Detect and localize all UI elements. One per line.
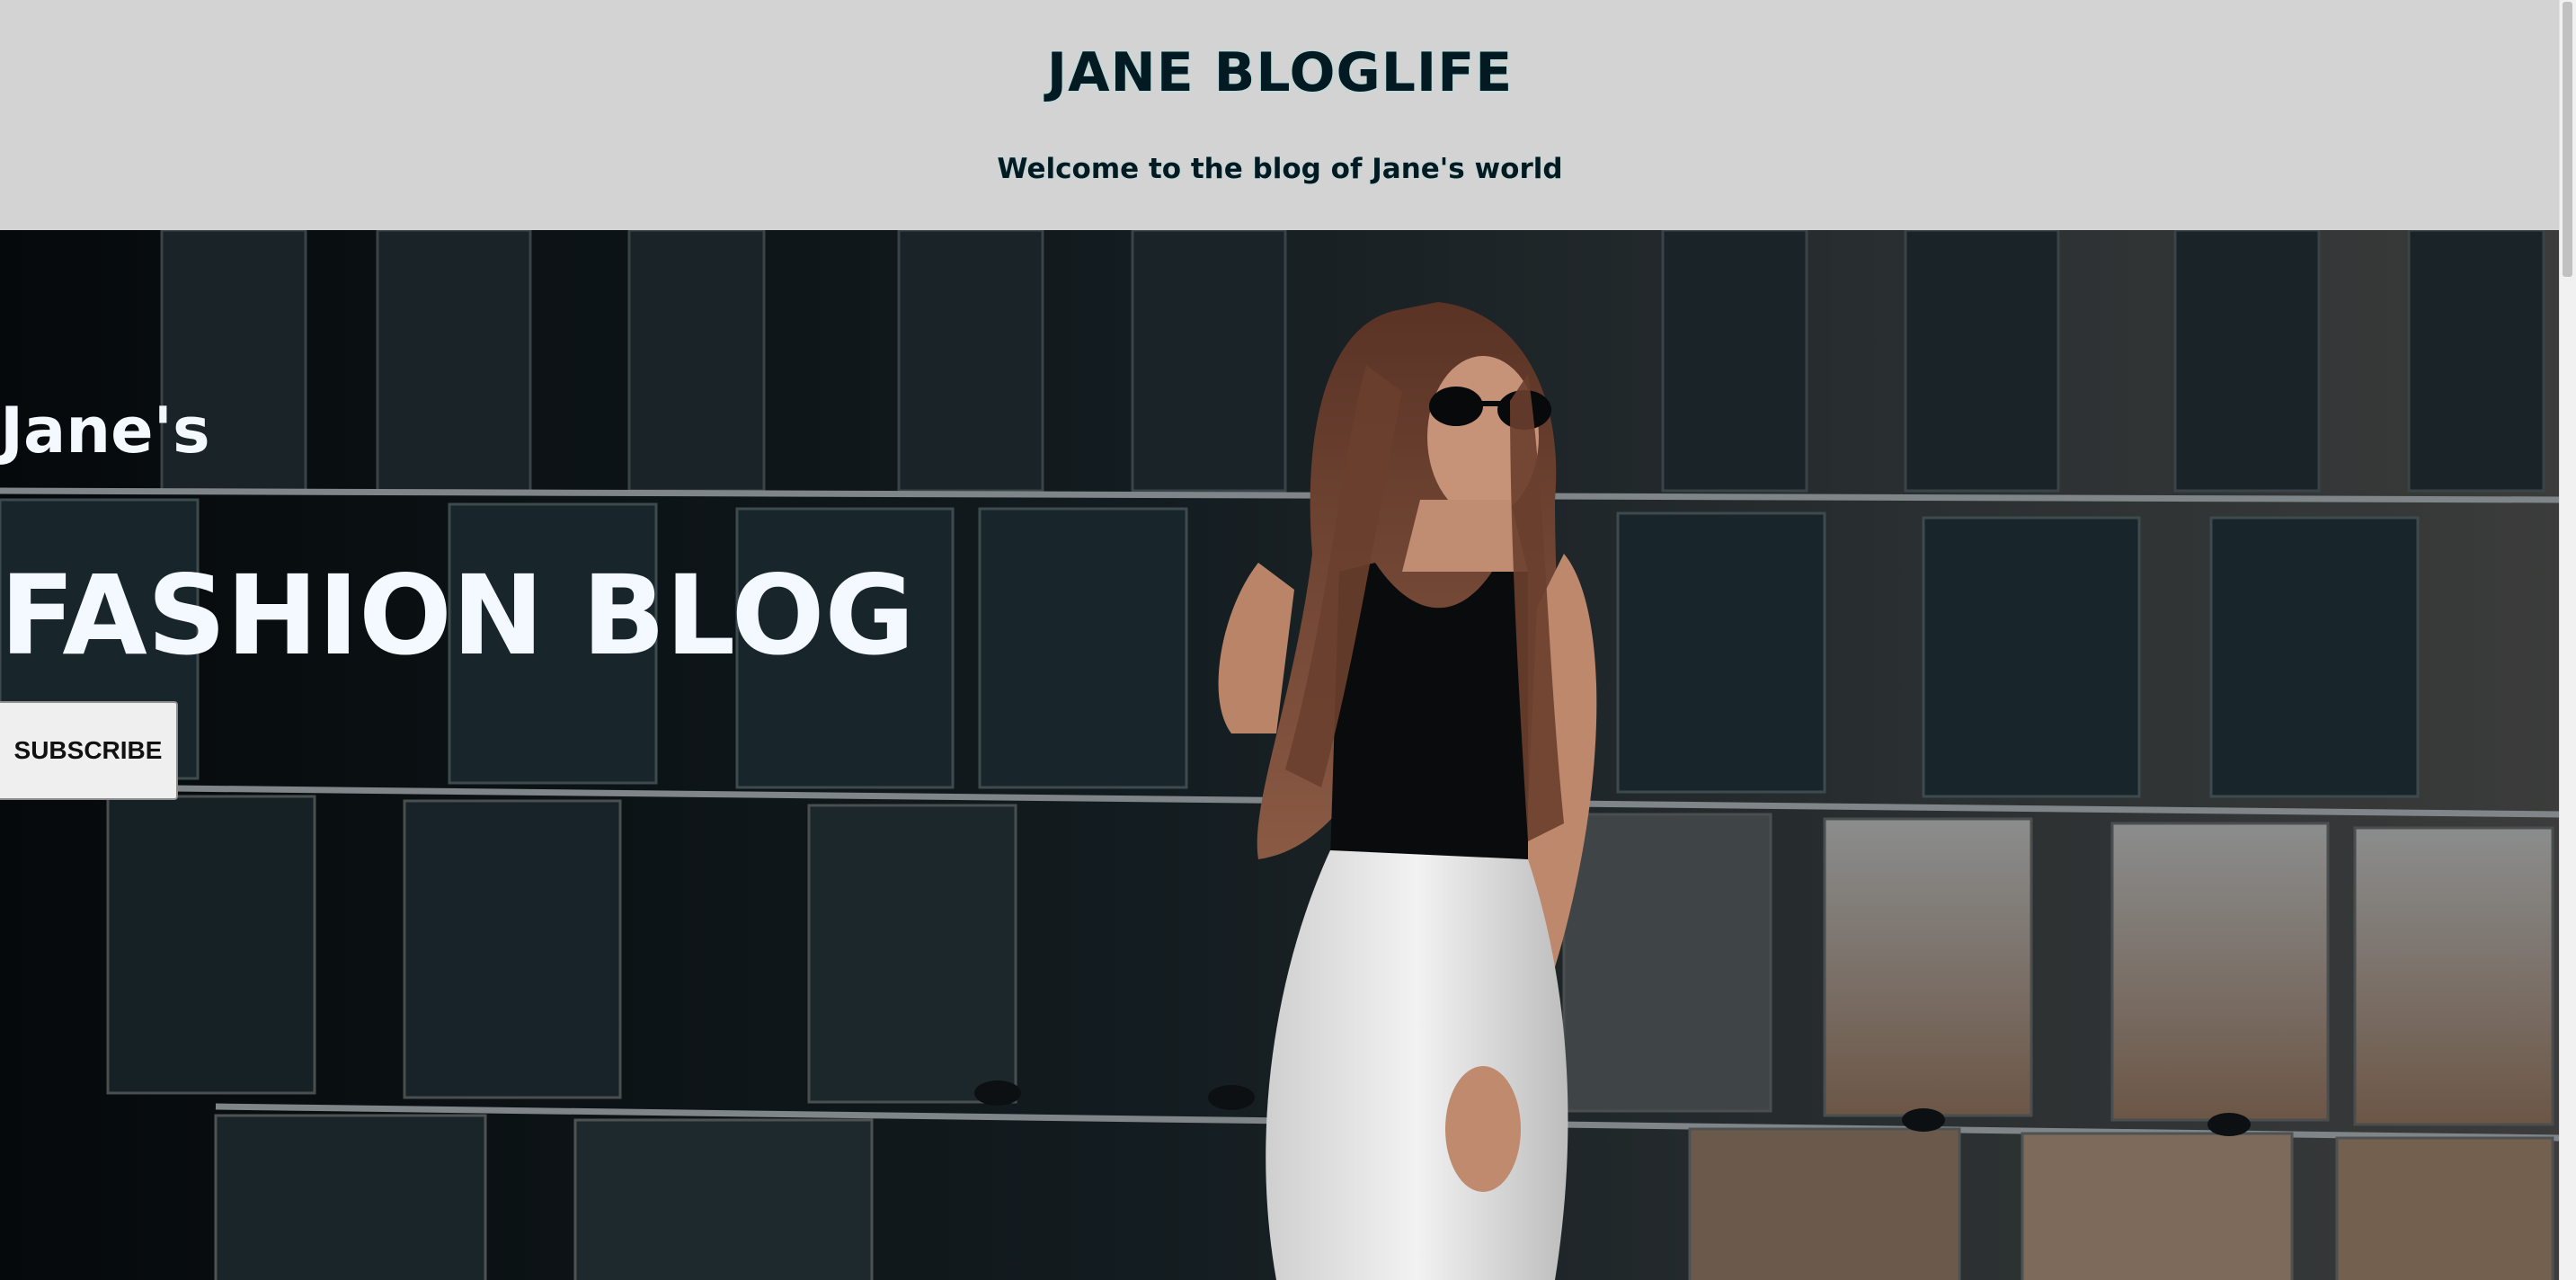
hero-kicker: Jane's (0, 394, 210, 467)
site-header: JANE BLOGLIFE Welcome to the blog of Jan… (0, 0, 2560, 230)
page: JANE BLOGLIFE Welcome to the blog of Jan… (0, 0, 2576, 1280)
hero-background-photo (0, 230, 2560, 1280)
hero-banner: Jane's FASHION BLOG SUBSCRIBE (0, 230, 2560, 1280)
hero-title: FASHION BLOG (0, 552, 915, 680)
vertical-scrollbar[interactable] (2559, 0, 2576, 1280)
site-subtitle: Welcome to the blog of Jane's world (997, 153, 1563, 185)
scrollbar-thumb[interactable] (2563, 2, 2572, 277)
site-title: JANE BLOGLIFE (1046, 41, 1514, 104)
subscribe-button[interactable]: SUBSCRIBE (0, 701, 178, 800)
